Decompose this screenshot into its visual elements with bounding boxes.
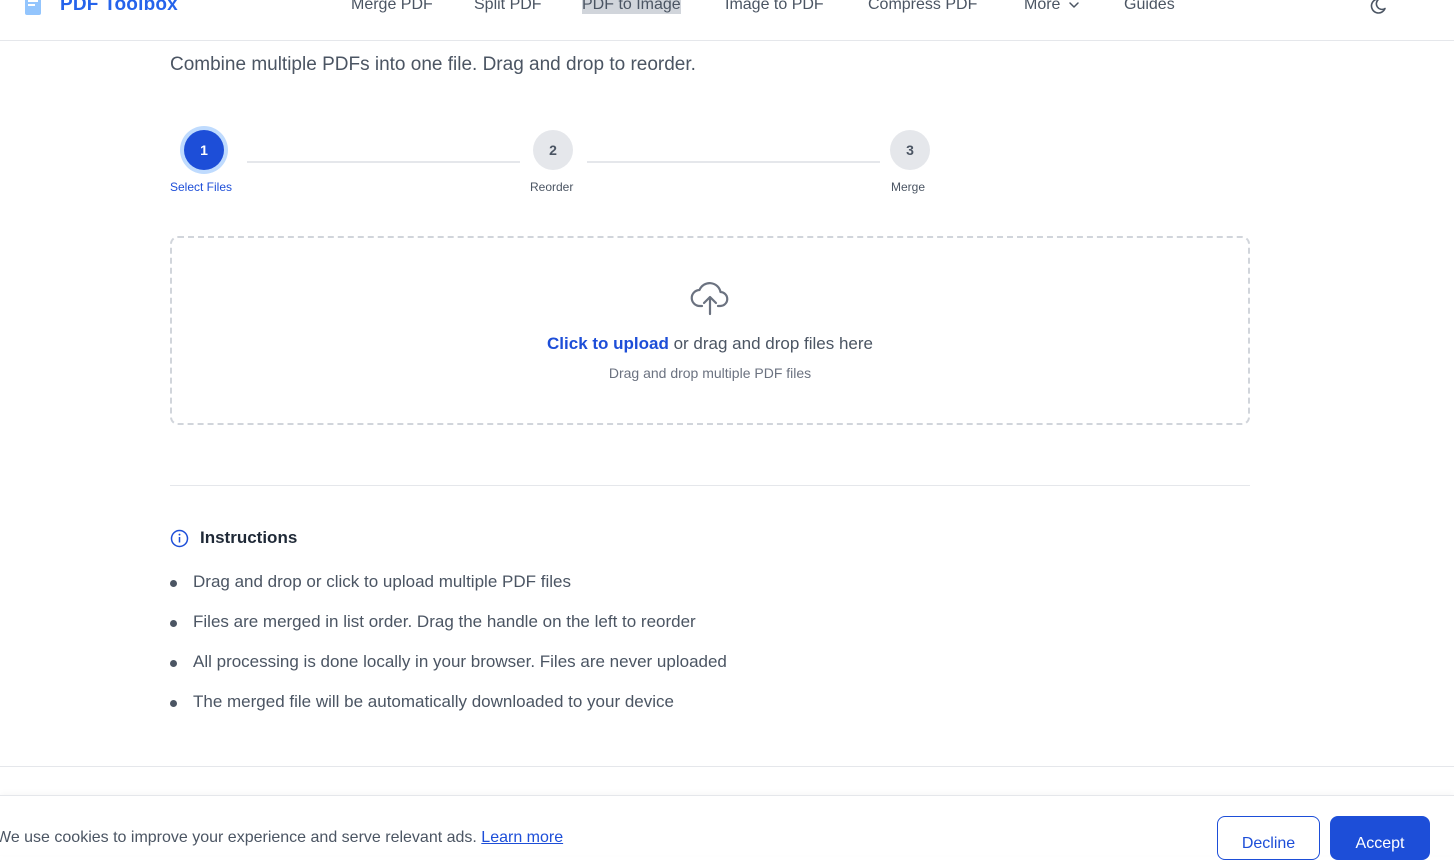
nav-more[interactable]: More bbox=[1024, 0, 1080, 14]
dropzone-subtext: Drag and drop multiple PDF files bbox=[608, 365, 812, 381]
top-header: PDF Toolbox Merge PDF Split PDF PDF to I… bbox=[0, 0, 1454, 41]
instruction-item: The merged file will be automatically do… bbox=[170, 692, 727, 732]
learn-more-link[interactable]: Learn more bbox=[481, 829, 563, 846]
nav-pdf-to-image[interactable]: PDF to Image bbox=[582, 0, 681, 14]
chevron-down-icon bbox=[1069, 2, 1080, 8]
click-to-upload-link[interactable]: Click to upload bbox=[547, 334, 669, 353]
page-subtitle: Combine multiple PDFs into one file. Dra… bbox=[170, 54, 696, 75]
instruction-text: Files are merged in list order. Drag the… bbox=[193, 612, 696, 631]
nav-compress-pdf[interactable]: Compress PDF bbox=[868, 0, 977, 14]
step-3-circle: 3 bbox=[890, 130, 930, 170]
step-3-label: Merge bbox=[891, 180, 926, 194]
dropzone-main-text: Click to upload or drag and drop files h… bbox=[172, 334, 1248, 354]
section-divider bbox=[170, 485, 1250, 486]
instruction-text: All processing is done locally in your b… bbox=[193, 652, 727, 671]
instruction-item: All processing is done locally in your b… bbox=[170, 652, 727, 692]
cloud-upload-icon bbox=[690, 282, 729, 316]
cookie-banner: We use cookies to improve your experienc… bbox=[0, 795, 1454, 860]
accept-button[interactable]: Accept bbox=[1330, 816, 1430, 860]
step-connector-1 bbox=[247, 161, 520, 163]
step-2-label: Reorder bbox=[530, 180, 574, 194]
instruction-item: Files are merged in list order. Drag the… bbox=[170, 612, 727, 652]
main-nav: Merge PDF Split PDF PDF to Image Image t… bbox=[0, 0, 1454, 20]
instruction-text: Drag and drop or click to upload multipl… bbox=[193, 572, 571, 591]
cookie-message: We use cookies to improve your experienc… bbox=[0, 829, 563, 847]
step-1-label: Select Files bbox=[170, 180, 233, 194]
instructions-title: Instructions bbox=[200, 528, 298, 547]
instructions-list: Drag and drop or click to upload multipl… bbox=[170, 572, 727, 732]
step-2-circle: 2 bbox=[533, 130, 573, 170]
instruction-item: Drag and drop or click to upload multipl… bbox=[170, 572, 727, 612]
instructions-heading: Instructions bbox=[170, 528, 297, 548]
cookie-text: We use cookies to improve your experienc… bbox=[0, 829, 477, 846]
instruction-text: The merged file will be automatically do… bbox=[193, 692, 674, 711]
decline-button[interactable]: Decline bbox=[1217, 816, 1320, 860]
bullet-icon bbox=[170, 620, 177, 627]
file-dropzone[interactable]: Click to upload or drag and drop files h… bbox=[170, 236, 1250, 425]
nav-merge-pdf[interactable]: Merge PDF bbox=[351, 0, 433, 14]
bullet-icon bbox=[170, 700, 177, 707]
nav-split-pdf[interactable]: Split PDF bbox=[474, 0, 542, 14]
step-1-circle: 1 bbox=[184, 130, 224, 170]
nav-split-pdf-label: Split PDF bbox=[474, 0, 542, 13]
footer-divider bbox=[0, 766, 1454, 767]
dropzone-main-suffix: or drag and drop files here bbox=[668, 334, 873, 353]
info-icon bbox=[170, 529, 189, 547]
nav-image-to-pdf[interactable]: Image to PDF bbox=[725, 0, 824, 14]
nav-more-label: More bbox=[1024, 0, 1061, 13]
bullet-icon bbox=[170, 580, 177, 587]
moon-icon[interactable] bbox=[1370, 0, 1390, 16]
step-connector-2 bbox=[587, 161, 880, 163]
bullet-icon bbox=[170, 660, 177, 667]
nav-guides[interactable]: Guides bbox=[1124, 0, 1175, 14]
